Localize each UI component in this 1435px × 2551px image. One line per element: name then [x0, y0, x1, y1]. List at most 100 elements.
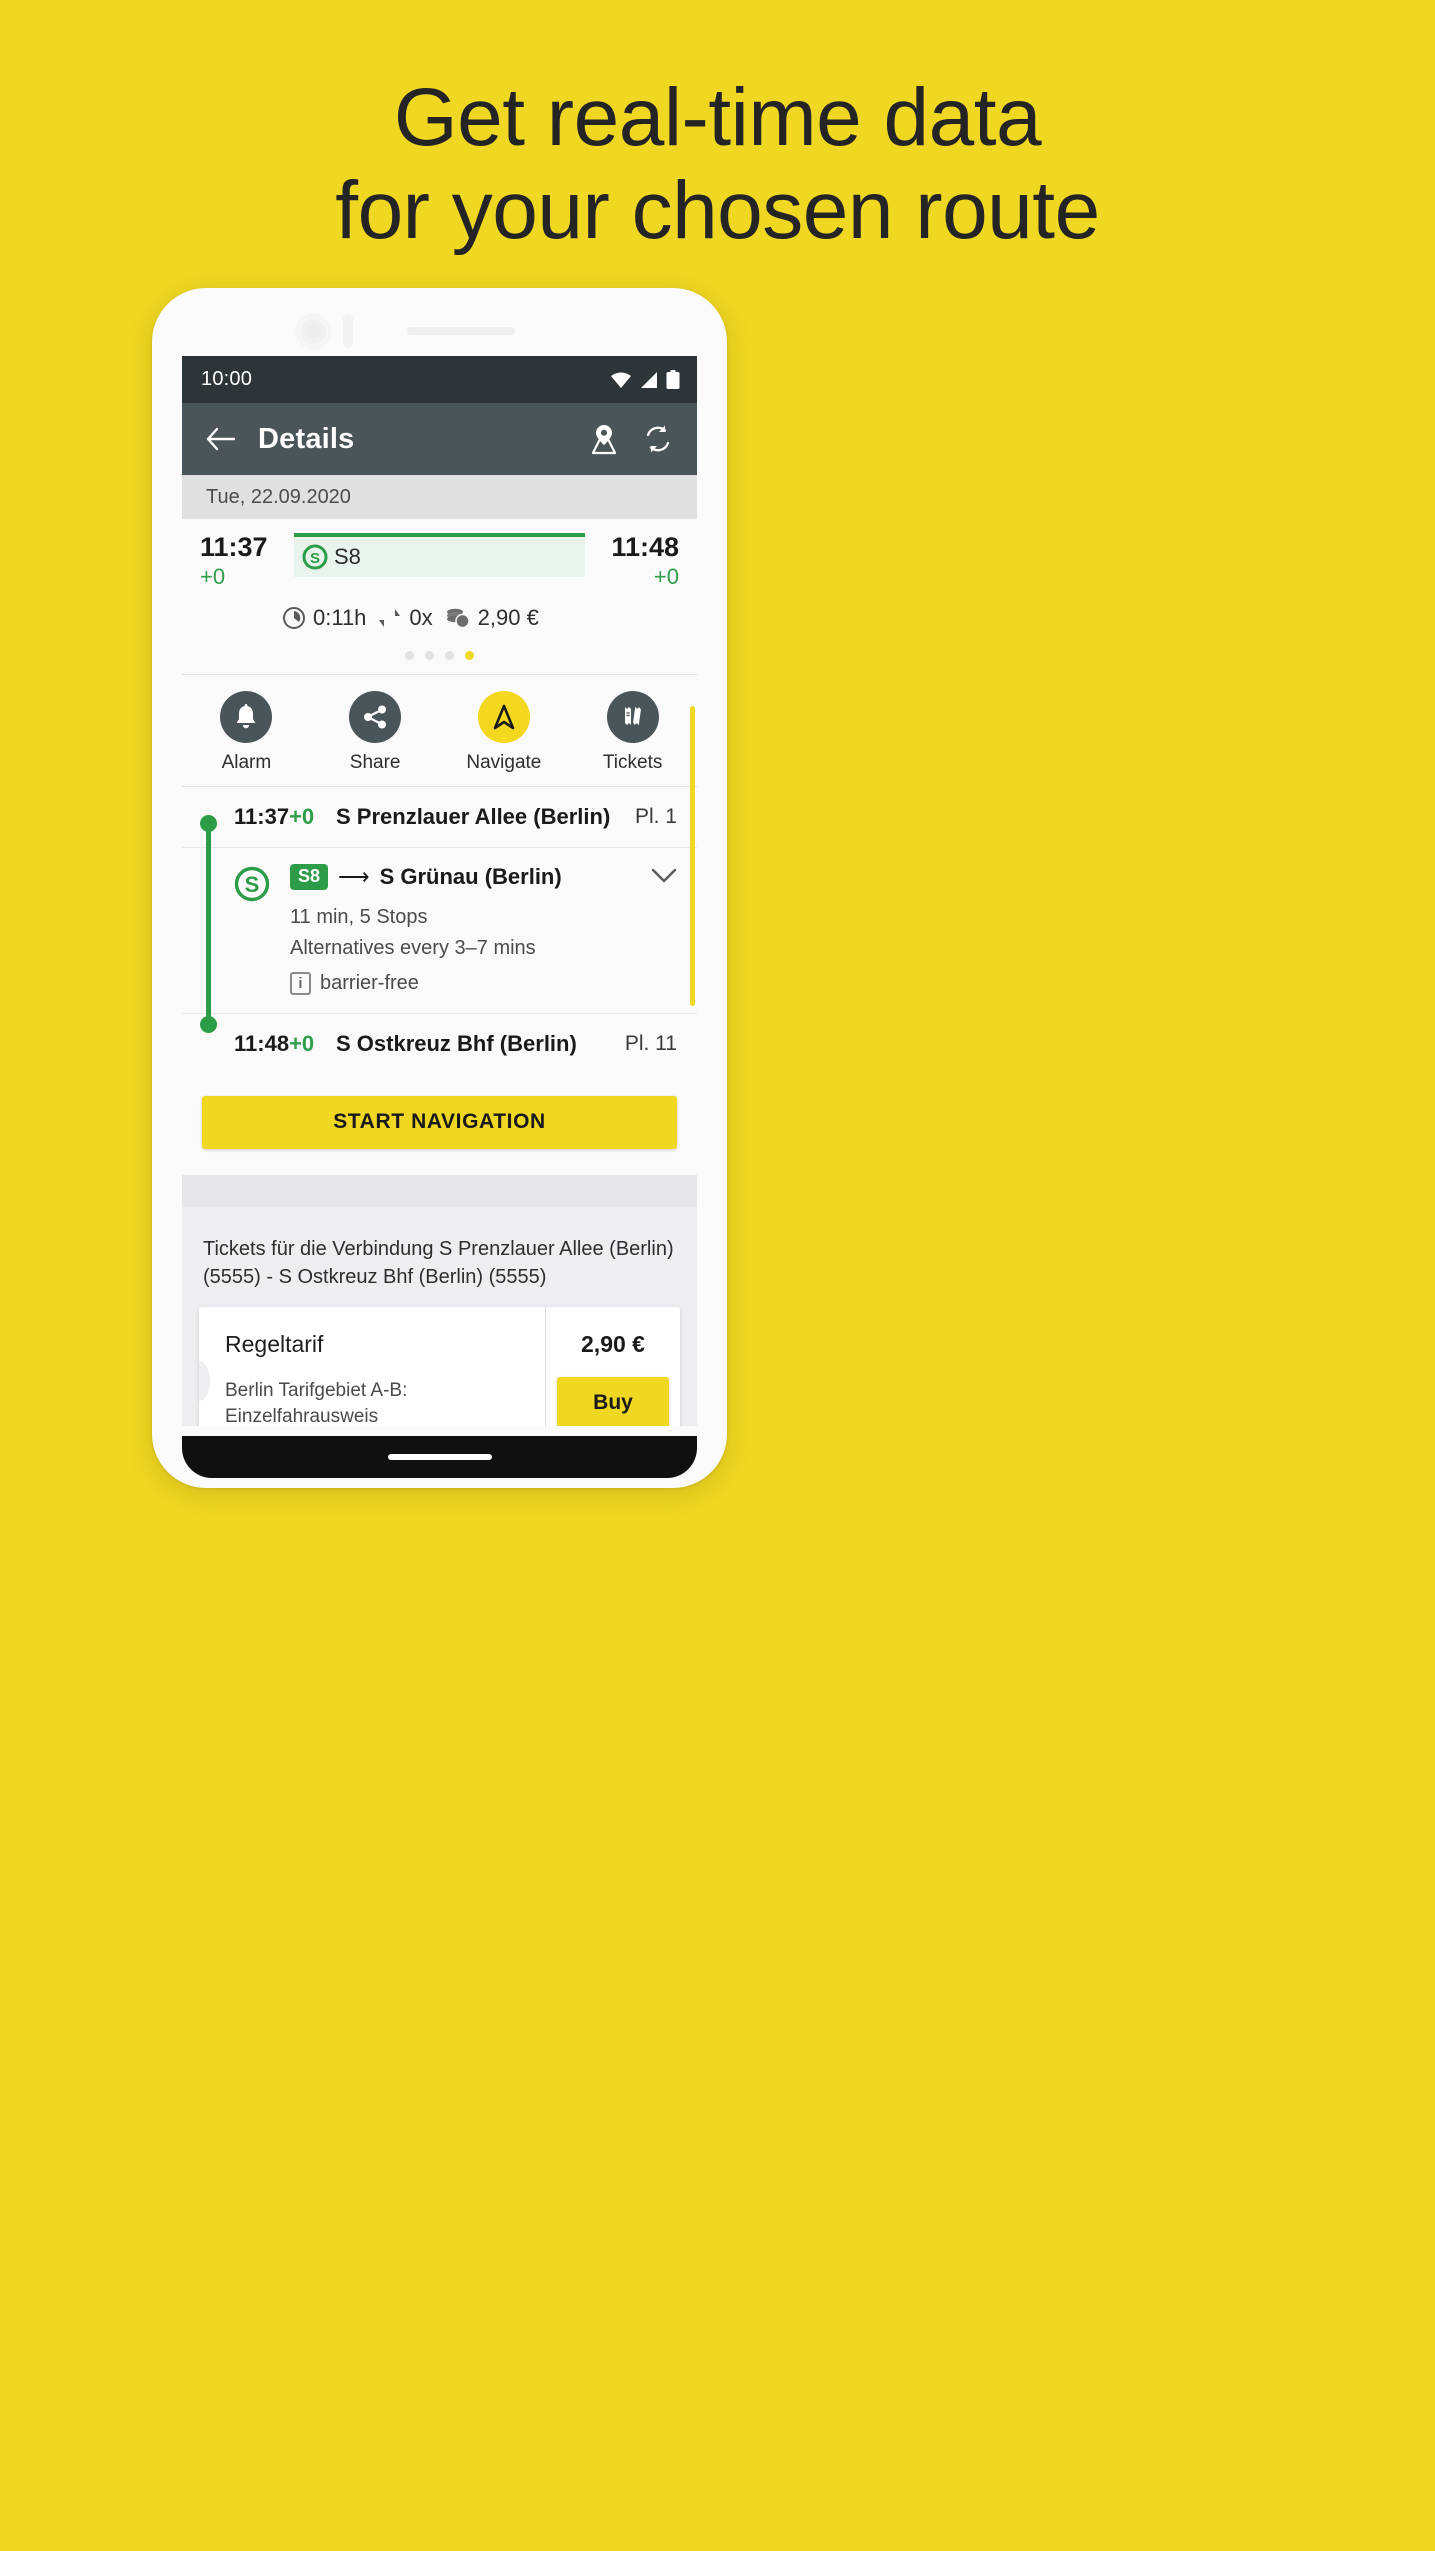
leg-alternatives: Alternatives every 3–7 mins: [290, 936, 536, 959]
leg-body: S8 ⟶ S Grünau (Berlin) 11 min, 5 Stops A…: [290, 864, 631, 995]
departure-time-block: 11:37 +0: [200, 533, 282, 591]
departure-platform: Pl. 1: [634, 804, 677, 828]
itinerary: 11:37+0 S Prenzlauer Allee (Berlin) Pl. …: [182, 786, 697, 1074]
action-tickets[interactable]: Tickets: [568, 690, 697, 774]
journey-date: Tue, 22.09.2020: [206, 485, 351, 508]
carousel-pager[interactable]: [182, 631, 697, 674]
wifi-icon: [611, 372, 631, 388]
navigation-arrow-icon: [477, 690, 530, 743]
section-divider: [182, 1174, 697, 1207]
arrival-row-time-value: 11:48: [234, 1030, 290, 1056]
status-icons: [610, 370, 680, 389]
date-strip: Tue, 22.09.2020: [182, 475, 697, 519]
departure-station-name: S Prenzlauer Allee (Berlin): [336, 803, 611, 829]
earpiece-speaker: [407, 327, 515, 335]
tickets-panel: Tickets für die Verbindung S Prenzlauer …: [182, 1206, 697, 1426]
tickets-icon: [606, 690, 659, 743]
transfers-icon: [379, 608, 401, 627]
promo-page: Get real-time data for your chosen route…: [0, 0, 1435, 2551]
app-bar: Details: [182, 403, 697, 475]
svg-text:S: S: [245, 872, 260, 897]
action-navigate-label: Navigate: [466, 751, 542, 773]
summary-line-block: S S8: [282, 533, 597, 577]
changes-value: 0x: [409, 604, 433, 630]
info-icon: i: [290, 971, 311, 995]
arrival-row-time: 11:48+0: [234, 1031, 336, 1057]
ticket-purchase: 2,90 € Buy: [545, 1306, 680, 1426]
action-navigate[interactable]: Navigate: [440, 690, 569, 774]
action-alarm[interactable]: Alarm: [182, 690, 311, 774]
action-share-label: Share: [349, 751, 401, 773]
proximity-sensor-icon: [343, 314, 353, 348]
scrollbar[interactable]: [690, 706, 695, 1006]
summary-meta-row: 0:11h 0x 2,90 €: [182, 591, 697, 631]
ticket-info: Regeltarif Berlin Tarifgebiet A-B: Einze…: [199, 1307, 545, 1426]
line-label: S8: [334, 544, 361, 569]
departure-row-time: 11:37+0: [234, 804, 336, 830]
direction-arrow-icon: ⟶: [338, 863, 370, 889]
price-value: 2,90 €: [477, 604, 539, 630]
ticket-price: 2,90 €: [581, 1330, 645, 1357]
itinerary-departure-row[interactable]: 11:37+0 S Prenzlauer Allee (Berlin) Pl. …: [182, 787, 697, 848]
navigation-bar: [182, 1436, 697, 1478]
action-share[interactable]: Share: [311, 690, 440, 774]
ticket-name: Regeltarif: [225, 1330, 324, 1357]
chevron-down-icon[interactable]: [647, 864, 677, 884]
start-navigation-button[interactable]: START NAVIGATION: [202, 1095, 677, 1149]
phone-screen: 10:00 Details Tue, 22.09.2020 11:37 +0 S…: [182, 356, 697, 1426]
action-bar: Alarm Share Navigate Tickets: [182, 673, 697, 787]
home-indicator[interactable]: [387, 1454, 492, 1460]
share-icon: [349, 690, 402, 743]
changes-item: 0x: [377, 604, 433, 631]
journey-summary-card[interactable]: 11:37 +0 S S8 11:48 +0 0:11h 0x 2,90 €: [182, 519, 697, 674]
svg-text:S: S: [310, 550, 320, 567]
buy-button[interactable]: Buy: [557, 1376, 669, 1426]
refresh-icon[interactable]: [641, 422, 675, 456]
rail-dot-arrival: [200, 1015, 217, 1033]
back-arrow-icon[interactable]: [202, 421, 238, 457]
summary-row: 11:37 +0 S S8 11:48 +0: [182, 533, 697, 591]
bell-icon: [220, 690, 273, 743]
pager-dot[interactable]: [425, 650, 434, 660]
leg-accessibility: i barrier-free: [290, 971, 631, 995]
rail-dot-departure: [200, 814, 217, 832]
headline-line-1: Get real-time data: [393, 72, 1042, 163]
price-item: 2,90 €: [444, 605, 539, 631]
summary-meta: 0:11h 0x 2,90 €: [282, 605, 539, 631]
departure-row-delay: +0: [289, 803, 315, 829]
rail-line: [206, 822, 211, 1023]
clock-icon: [283, 606, 305, 629]
coins-icon: [446, 608, 470, 629]
duration-item: 0:11h: [282, 605, 366, 631]
arrival-station-name: S Ostkreuz Bhf (Berlin): [336, 1030, 577, 1056]
itinerary-arrival-row[interactable]: 11:48+0 S Ostkreuz Bhf (Berlin) Pl. 11: [182, 1014, 697, 1074]
start-navigation-wrap: START NAVIGATION: [182, 1073, 697, 1175]
page-title: Get real-time data for your chosen route: [0, 72, 1435, 257]
battery-icon: [666, 370, 680, 389]
departure-delay: +0: [200, 564, 226, 590]
signal-icon: [641, 371, 657, 388]
front-camera-icon: [298, 316, 329, 347]
status-bar: 10:00: [182, 356, 697, 403]
arrival-time: 11:48: [611, 532, 679, 562]
leg-duration-stops: 11 min, 5 Stops: [290, 905, 428, 928]
tickets-heading: Tickets für die Verbindung S Prenzlauer …: [203, 1237, 674, 1288]
map-pin-icon[interactable]: [587, 422, 621, 456]
pager-dot[interactable]: [445, 650, 454, 660]
departure-row-time-value: 11:37: [234, 803, 290, 829]
s-bahn-icon: S: [234, 864, 274, 907]
arrival-row-delay: +0: [289, 1030, 315, 1056]
app-bar-title: Details: [258, 422, 355, 455]
ticket-card[interactable]: Regeltarif Berlin Tarifgebiet A-B: Einze…: [199, 1306, 680, 1426]
pager-dot-active[interactable]: [465, 650, 474, 660]
arrival-delay: +0: [653, 564, 679, 590]
action-alarm-label: Alarm: [221, 751, 272, 773]
pager-dot[interactable]: [405, 650, 414, 660]
itinerary-leg[interactable]: S S8 ⟶ S Grünau (Berlin) 11 min, 5 Stops…: [182, 848, 697, 1014]
ticket-description: Berlin Tarifgebiet A-B: Einzelfahrauswei…: [225, 1379, 408, 1426]
arrival-platform: Pl. 11: [624, 1031, 677, 1055]
status-clock: 10:00: [201, 368, 253, 390]
leg-head: S8 ⟶ S Grünau (Berlin): [290, 864, 631, 890]
phone-bezel-top: [152, 288, 727, 348]
leg-destination: S Grünau (Berlin): [379, 863, 562, 889]
